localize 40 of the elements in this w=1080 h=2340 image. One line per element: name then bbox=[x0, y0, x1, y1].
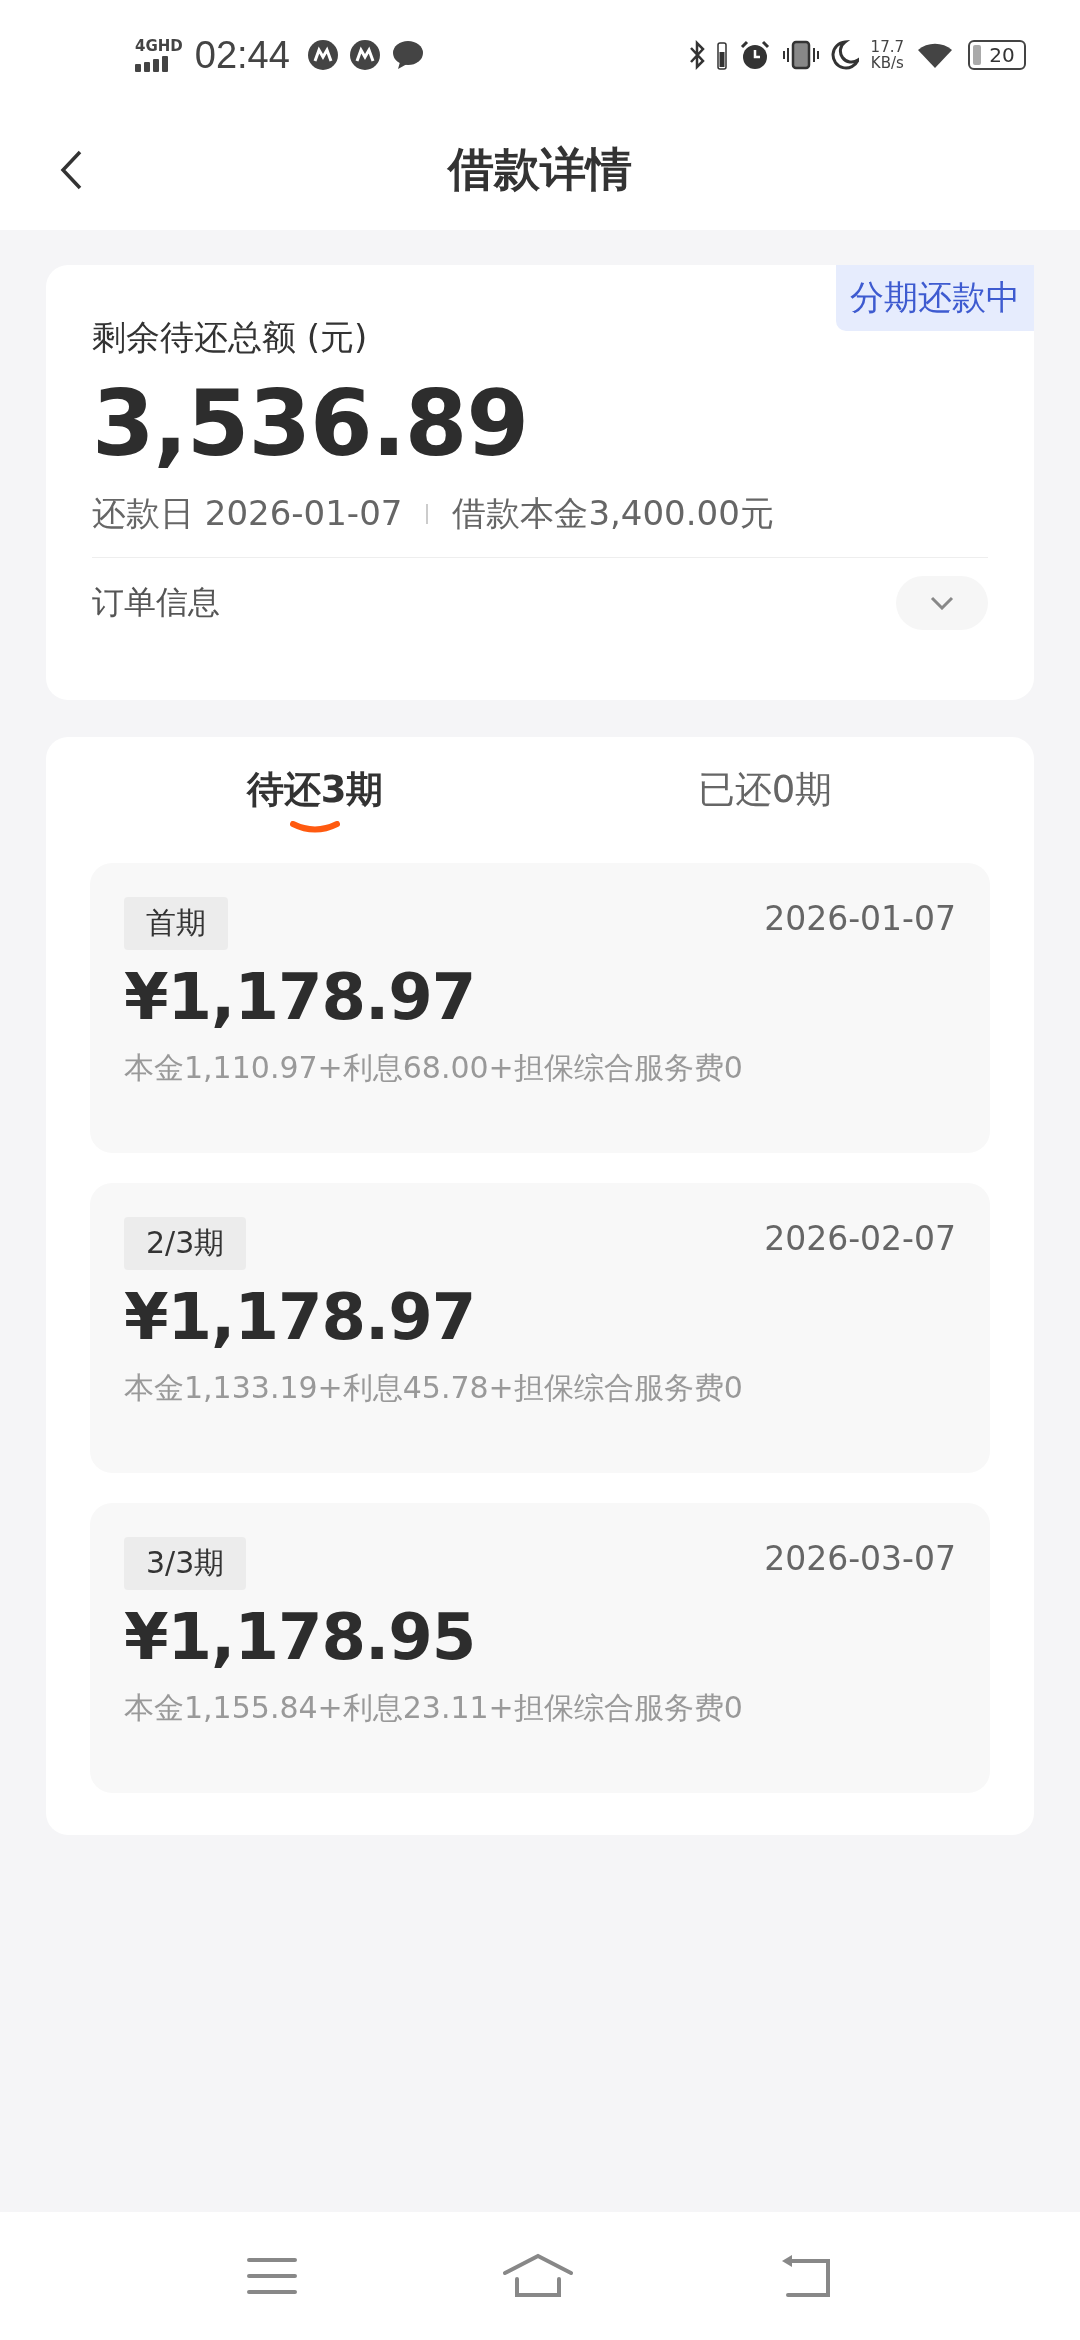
installment-amount: ¥1,178.97 bbox=[124, 960, 477, 1034]
bluetooth-icon bbox=[688, 40, 705, 70]
message-icon bbox=[391, 40, 424, 70]
period-tag: 3/3期 bbox=[124, 1537, 247, 1590]
period-tag: 首期 bbox=[124, 897, 228, 950]
tab[interactable]: 已还0期 bbox=[540, 765, 990, 815]
status-badge: 分期还款中 bbox=[836, 265, 1034, 331]
page-title: 借款详情 bbox=[448, 141, 632, 198]
clock: 02:44 bbox=[194, 33, 290, 77]
battery-icon: 20 bbox=[968, 40, 1026, 70]
bank-app-icon bbox=[349, 40, 380, 70]
vibrate-icon bbox=[782, 40, 819, 70]
back-icon[interactable] bbox=[60, 150, 82, 190]
installment-amount: ¥1,178.95 bbox=[124, 1600, 477, 1674]
home-icon[interactable] bbox=[502, 2253, 574, 2299]
network-type: 4GHD bbox=[135, 38, 183, 54]
installment-breakdown: 本金1,155.84+利息23.11+担保综合服务费0 bbox=[124, 1689, 744, 1727]
due-date: 还款日 2026-01-07 bbox=[92, 492, 403, 535]
loan-principal: 借款本金3,400.00元 bbox=[452, 492, 774, 535]
tab[interactable]: 待还3期 bbox=[90, 765, 540, 815]
network-speed: 17.7 bbox=[870, 39, 904, 55]
moon-icon bbox=[830, 40, 859, 70]
installment-amount: ¥1,178.97 bbox=[124, 1280, 477, 1354]
signal-icon bbox=[135, 56, 169, 72]
due-date: 2026-02-07 bbox=[764, 1219, 956, 1258]
alarm-icon bbox=[738, 39, 771, 71]
tab-indicator bbox=[290, 821, 340, 833]
battery-small-icon bbox=[716, 40, 727, 70]
order-info-label: 订单信息 bbox=[92, 582, 220, 623]
installment-breakdown: 本金1,110.97+利息68.00+担保综合服务费0 bbox=[124, 1049, 744, 1087]
chevron-icon bbox=[930, 596, 954, 610]
due-date: 2026-01-07 bbox=[764, 899, 956, 938]
installment-breakdown: 本金1,133.19+利息45.78+担保综合服务费0 bbox=[124, 1369, 744, 1407]
remaining-label: 剩余待还总额 (元) bbox=[92, 316, 369, 359]
speed-unit: KB/s bbox=[870, 55, 904, 71]
menu-icon[interactable] bbox=[246, 2256, 298, 2296]
period-tag: 2/3期 bbox=[124, 1217, 247, 1270]
due-date: 2026-03-07 bbox=[764, 1539, 956, 1578]
remaining-amount: 3,536.89 bbox=[92, 370, 530, 478]
bank-app-icon bbox=[307, 40, 338, 70]
